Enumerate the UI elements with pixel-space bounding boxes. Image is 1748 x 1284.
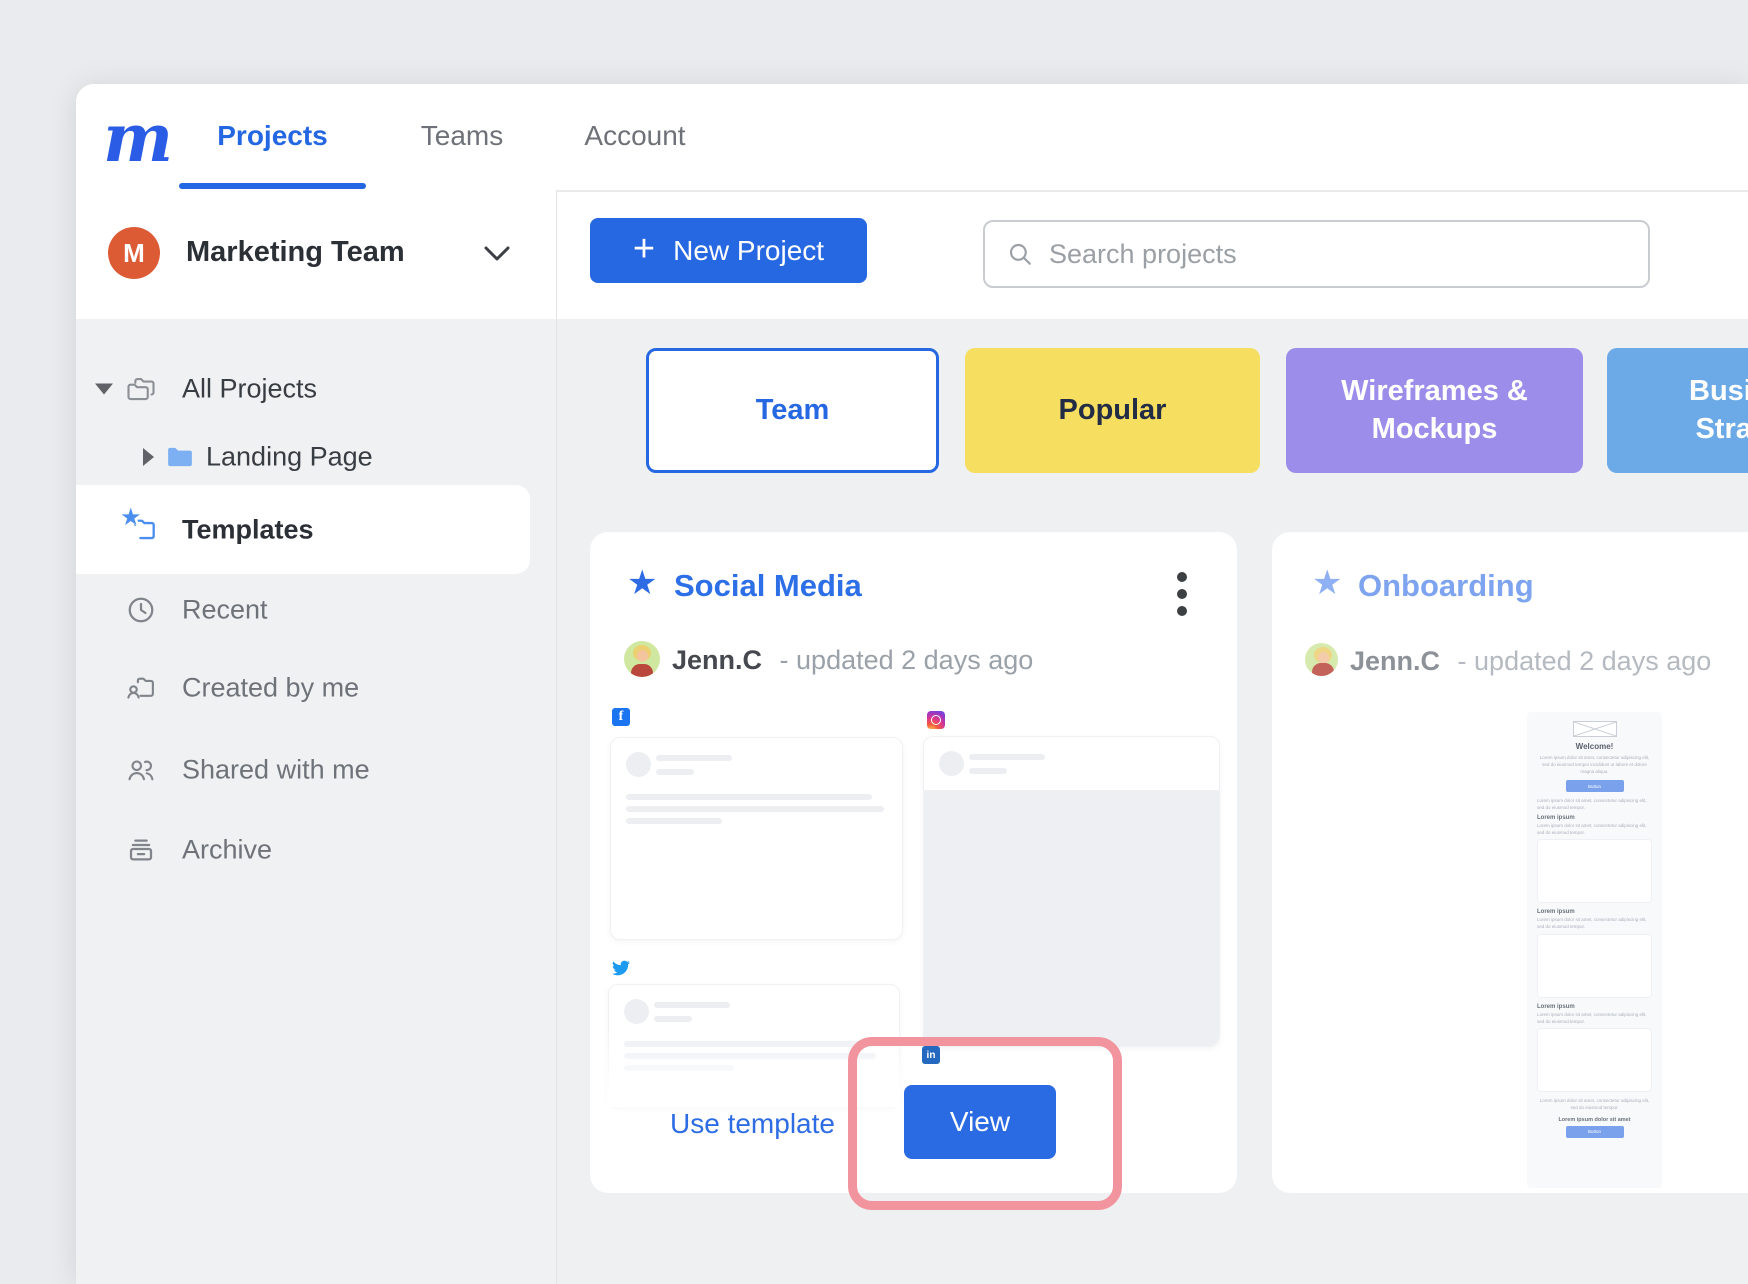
app-screen: m Projects Teams Account M Marketing Tea… xyxy=(0,0,1748,1284)
star-icon[interactable]: ★ xyxy=(627,566,657,600)
top-nav: m Projects Teams Account xyxy=(76,84,1748,192)
app-window: m Projects Teams Account M Marketing Tea… xyxy=(76,84,1748,1284)
email-content-block xyxy=(1537,1028,1652,1092)
email-section-heading: Lorem ipsum xyxy=(1537,1004,1652,1010)
email-content-block xyxy=(1537,839,1652,903)
email-paragraph: Lorem ipsum dolor sit amet, consectetur … xyxy=(1537,755,1652,775)
team-switcher[interactable]: M Marketing Team xyxy=(76,190,556,319)
chip-label: Popular xyxy=(1059,392,1167,430)
team-avatar: M xyxy=(108,227,160,279)
email-paragraph: Lorem ipsum dolor sit amet, consectetur … xyxy=(1537,1098,1652,1112)
email-paragraph: Lorem ipsum dolor sit amet, consectetur … xyxy=(1537,798,1652,812)
sidebar-item-archive[interactable]: Archive xyxy=(76,822,556,878)
sidebar-item-created-by-me[interactable]: Created by me xyxy=(76,660,556,716)
facebook-icon: f xyxy=(612,708,630,726)
twitter-icon xyxy=(612,959,630,977)
active-tab-underline xyxy=(179,183,366,189)
sidebar-item-templates[interactable]: ★ Templates xyxy=(76,485,530,574)
folder-icon xyxy=(165,442,195,472)
email-paragraph: Lorem ipsum dolor sit amet, consectetur … xyxy=(1537,1012,1652,1026)
team-name: Marketing Team xyxy=(186,236,405,269)
use-template-link[interactable]: Use template xyxy=(670,1108,835,1140)
email-button: Button xyxy=(1566,780,1624,792)
search-input[interactable] xyxy=(1047,238,1648,271)
updated-text: - updated 2 days ago xyxy=(1458,646,1712,676)
card-byline: Jenn.C - updated 2 days ago xyxy=(672,645,1033,676)
tab-account[interactable]: Account xyxy=(560,84,710,188)
chip-label: Team xyxy=(756,392,830,430)
email-section-heading: Lorem ipsum xyxy=(1537,815,1652,821)
people-icon xyxy=(126,755,156,785)
folder-user-icon xyxy=(126,673,156,703)
search-icon xyxy=(1007,241,1033,267)
linkedin-icon: in xyxy=(922,1046,940,1064)
template-card-onboarding[interactable]: ★ Onboarding Jenn.C - updated 2 days ago… xyxy=(1272,532,1748,1193)
sidebar-item-landing-page[interactable]: Landing Page xyxy=(76,429,556,485)
instagram-post-mockup xyxy=(923,736,1220,1047)
collapse-caret-icon[interactable] xyxy=(95,384,113,395)
sidebar-item-label: All Projects xyxy=(182,374,317,405)
chip-label: Wireframes & Mockups xyxy=(1325,373,1545,448)
filter-chip-popular[interactable]: Popular xyxy=(965,348,1260,473)
app-logo[interactable]: m xyxy=(102,92,174,184)
sidebar-item-label: Shared with me xyxy=(182,755,370,786)
chip-label: Business Strategy xyxy=(1679,373,1748,448)
email-section-heading: Lorem ipsum xyxy=(1537,909,1652,915)
sidebar-divider xyxy=(556,190,557,1284)
updated-text: - updated 2 days ago xyxy=(780,645,1034,675)
kebab-menu-icon[interactable] xyxy=(1170,572,1194,616)
filter-chip-team[interactable]: Team xyxy=(646,348,939,473)
view-button[interactable]: View xyxy=(904,1085,1056,1159)
template-card-social-media[interactable]: ★ Social Media Jenn.C - updated 2 days a… xyxy=(590,532,1237,1193)
card-byline: Jenn.C - updated 2 days ago xyxy=(1350,646,1711,677)
author-name: Jenn.C xyxy=(1350,646,1440,676)
image-placeholder-icon xyxy=(1573,721,1617,737)
sidebar-item-label: Templates xyxy=(182,514,314,545)
card-title[interactable]: Onboarding xyxy=(1358,568,1534,604)
sidebar-item-label: Archive xyxy=(182,835,272,866)
author-name: Jenn.C xyxy=(672,645,762,675)
clock-icon xyxy=(126,595,156,625)
tab-teams[interactable]: Teams xyxy=(397,84,527,188)
sidebar-item-all-projects[interactable]: All Projects xyxy=(76,361,556,417)
new-project-label: New Project xyxy=(673,235,824,267)
card-title[interactable]: Social Media xyxy=(674,568,862,604)
facebook-post-mockup xyxy=(610,737,903,940)
search-box[interactable] xyxy=(983,220,1650,288)
sidebar-item-shared-with-me[interactable]: Shared with me xyxy=(76,742,556,798)
avatar xyxy=(624,641,660,677)
star-icon[interactable]: ★ xyxy=(1312,566,1342,600)
filter-chip-business-strategy[interactable]: Business Strategy xyxy=(1607,348,1748,473)
archive-icon xyxy=(126,835,156,865)
email-heading: Welcome! xyxy=(1537,742,1652,751)
email-paragraph: Lorem ipsum dolor sit amet, consectetur … xyxy=(1537,823,1652,837)
sidebar-item-label: Created by me xyxy=(182,673,359,704)
new-project-button[interactable]: + New Project xyxy=(590,218,867,283)
expand-caret-icon[interactable] xyxy=(143,448,154,466)
sidebar-item-label: Recent xyxy=(182,595,268,626)
folders-icon xyxy=(126,374,156,404)
instagram-icon xyxy=(927,711,945,729)
email-paragraph: Lorem ipsum dolor sit amet, consectetur … xyxy=(1537,917,1652,931)
sidebar-item-label: Landing Page xyxy=(206,442,373,473)
email-button: Button xyxy=(1566,1126,1624,1138)
chevron-down-icon xyxy=(484,246,510,262)
star-icon: ★ xyxy=(120,506,142,530)
twitter-post-mockup xyxy=(608,984,900,1106)
email-template-mockup: Welcome! Lorem ipsum dolor sit amet, con… xyxy=(1527,712,1662,1188)
tab-projects[interactable]: Projects xyxy=(179,84,366,188)
sidebar-item-recent[interactable]: Recent xyxy=(76,582,556,638)
email-content-block xyxy=(1537,934,1652,998)
email-footer-heading: Lorem ipsum dolor sit amet xyxy=(1537,1117,1652,1123)
avatar xyxy=(1305,643,1338,676)
filter-chip-wireframes-mockups[interactable]: Wireframes & Mockups xyxy=(1286,348,1583,473)
